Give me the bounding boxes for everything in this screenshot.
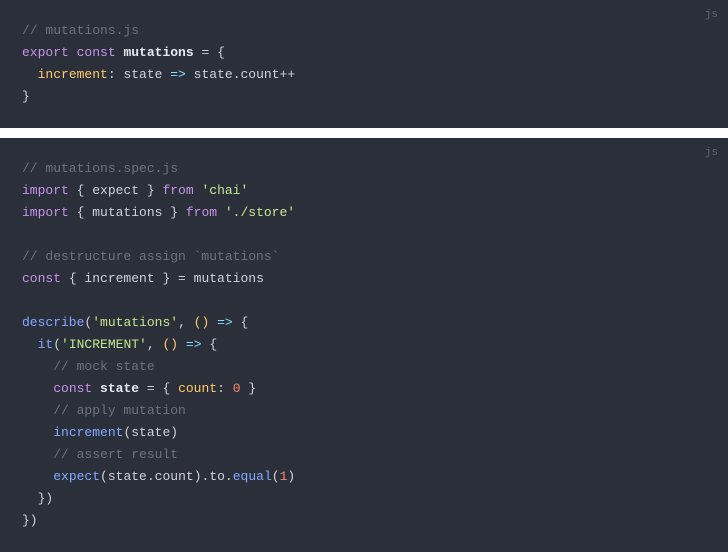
field: count: [241, 67, 280, 82]
indent: [22, 381, 53, 396]
block-gap: [0, 128, 728, 138]
arrow: =>: [209, 315, 240, 330]
punct: ,: [147, 337, 163, 352]
kw-const: const: [77, 45, 116, 60]
indent: [22, 469, 53, 484]
punct: .: [147, 469, 155, 484]
ident: state: [131, 425, 170, 440]
language-label: js: [705, 4, 718, 26]
punct: {: [69, 205, 92, 220]
string: './store': [225, 205, 295, 220]
punct: }): [38, 491, 54, 506]
punct: ,: [178, 315, 194, 330]
kw-from: from: [162, 183, 193, 198]
punct: }: [162, 205, 185, 220]
prop: count: [178, 381, 217, 396]
arrow: =>: [178, 337, 209, 352]
kw-const: const: [53, 381, 92, 396]
code-block-2: js // mutations.spec.js import { expect …: [0, 138, 728, 552]
sp: [92, 381, 100, 396]
brace: }: [22, 89, 30, 104]
language-label: js: [705, 142, 718, 164]
kw-const: const: [22, 271, 61, 286]
fn-call: equal: [233, 469, 272, 484]
punct: {: [69, 183, 92, 198]
punct: = {: [139, 381, 178, 396]
indent: [22, 359, 53, 374]
kw-from: from: [186, 205, 217, 220]
paren: ): [170, 337, 178, 352]
field: count: [155, 469, 194, 484]
sp: [217, 205, 225, 220]
indent: [22, 337, 38, 352]
code-comment: // mutations.spec.js: [22, 161, 178, 176]
brace: {: [209, 337, 217, 352]
indent: [22, 425, 53, 440]
paren: (: [53, 337, 61, 352]
string: 'chai': [201, 183, 248, 198]
paren: (: [100, 469, 108, 484]
ident: state: [108, 469, 147, 484]
ident: mutations: [123, 45, 193, 60]
code-block-1: js // mutations.js export const mutation…: [0, 0, 728, 128]
code-comment: // apply mutation: [53, 403, 186, 418]
string: 'INCREMENT': [61, 337, 147, 352]
arrow: =>: [162, 67, 193, 82]
punct: = {: [194, 45, 225, 60]
paren: ): [170, 425, 178, 440]
ident: mutations: [92, 205, 162, 220]
punct: }: [241, 381, 257, 396]
indent: [22, 403, 53, 418]
paren: ): [194, 469, 202, 484]
fn-call: describe: [22, 315, 84, 330]
indent: [22, 67, 38, 82]
ident: increment: [84, 271, 154, 286]
fn-call: it: [38, 337, 54, 352]
code-content: // mutations.spec.js import { expect } f…: [22, 158, 706, 532]
code-content: // mutations.js export const mutations =…: [22, 20, 706, 108]
punct: :: [217, 381, 233, 396]
paren: ): [287, 469, 295, 484]
indent: [22, 447, 53, 462]
ident: state: [100, 381, 139, 396]
op: ++: [280, 67, 296, 82]
number: 0: [233, 381, 241, 396]
ident: mutations: [194, 271, 264, 286]
prop: increment: [38, 67, 108, 82]
punct: .: [225, 469, 233, 484]
param: state: [123, 67, 162, 82]
ident: state: [194, 67, 233, 82]
fn-call: increment: [53, 425, 123, 440]
punct: }): [22, 513, 38, 528]
indent: [22, 491, 38, 506]
fn-call: expect: [53, 469, 100, 484]
ident: expect: [92, 183, 139, 198]
code-comment: // assert result: [53, 447, 178, 462]
paren: (: [272, 469, 280, 484]
kw-import: import: [22, 183, 69, 198]
code-comment: // mock state: [53, 359, 154, 374]
kw-export: export: [22, 45, 69, 60]
code-comment: // destructure assign `mutations`: [22, 249, 279, 264]
code-comment: // mutations.js: [22, 23, 139, 38]
string: 'mutations': [92, 315, 178, 330]
punct: .: [233, 67, 241, 82]
punct: {: [61, 271, 84, 286]
punct: } =: [155, 271, 194, 286]
kw-import: import: [22, 205, 69, 220]
ident: to: [209, 469, 225, 484]
punct: }: [139, 183, 162, 198]
brace: {: [241, 315, 249, 330]
punct: :: [108, 67, 124, 82]
